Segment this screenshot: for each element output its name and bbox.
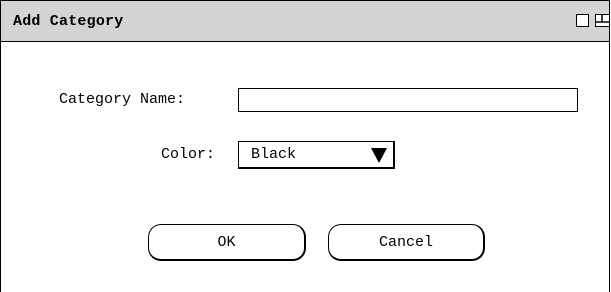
cancel-button[interactable]: Cancel xyxy=(328,224,485,261)
triangle-down-icon xyxy=(371,148,387,168)
color-dropdown-value: Black xyxy=(251,146,297,163)
ok-button[interactable]: OK xyxy=(148,224,306,261)
add-category-dialog: Add Category Category Name: Color: Black… xyxy=(0,0,610,292)
window-restore-icon[interactable] xyxy=(595,14,610,27)
color-dropdown[interactable]: Black xyxy=(238,141,395,169)
title-bar[interactable]: Add Category xyxy=(1,1,610,42)
window-minimize-icon[interactable] xyxy=(576,14,589,27)
category-name-label: Category Name: xyxy=(59,91,186,108)
color-label: Color: xyxy=(161,146,216,163)
window-title: Add Category xyxy=(13,13,124,30)
category-name-input[interactable] xyxy=(238,88,578,112)
restore-glyph-icon xyxy=(596,15,610,23)
